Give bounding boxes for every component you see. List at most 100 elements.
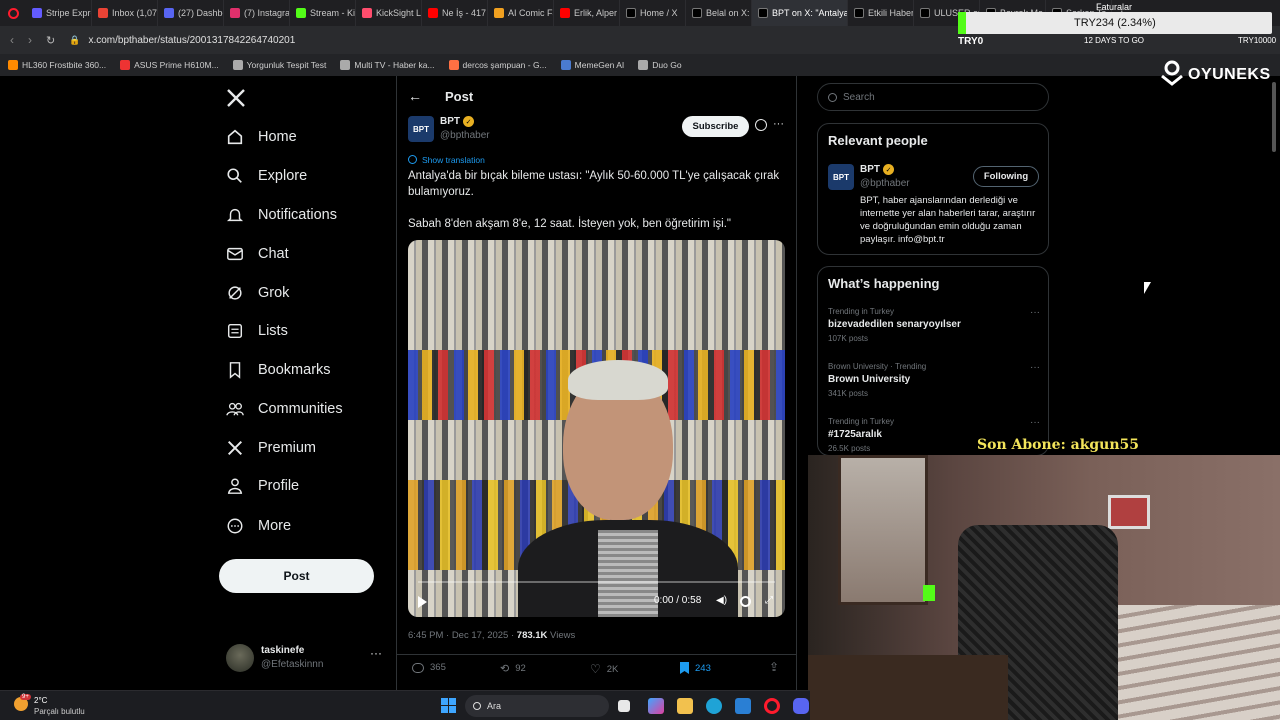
donation-ticker-text: TRY234 (2.34%) <box>1074 17 1156 29</box>
browser-tab[interactable]: Etkili Haber <box>848 0 914 26</box>
post-button[interactable]: Post <box>219 559 374 593</box>
grok-icon[interactable] <box>755 119 767 131</box>
show-translation-link[interactable]: Show translation <box>422 155 485 165</box>
forward-icon[interactable]: › <box>28 33 32 47</box>
file-explorer-icon[interactable] <box>677 698 693 714</box>
trend-item[interactable]: Trending in Turkey bizevadedilen senaryoy… <box>828 307 1040 343</box>
share-icon[interactable]: ⇪ <box>769 660 779 674</box>
trend-category: Brown University · Trending <box>828 362 927 371</box>
trend-more-icon[interactable]: ··· <box>1030 417 1040 428</box>
trend-more-icon[interactable]: ··· <box>1030 307 1040 318</box>
browser-tab[interactable]: Stream - Kic <box>290 0 356 26</box>
repost-button[interactable]: ⟲ 92 <box>500 662 526 675</box>
post-more-icon[interactable]: ··· <box>773 118 784 130</box>
settings-icon[interactable] <box>740 596 751 607</box>
author-handle[interactable]: @bpthaber <box>440 130 490 141</box>
browser-tab[interactable]: AI Comic Fa <box>488 0 554 26</box>
bookmark-item[interactable]: Yorgunluk Tespit Test <box>232 60 326 70</box>
tab-favicon-icon <box>920 8 930 18</box>
subscribe-button[interactable]: Subscribe <box>682 116 749 137</box>
reply-button[interactable]: 365 <box>412 662 446 673</box>
author-name-row[interactable]: BPT ✓ <box>440 116 474 127</box>
bell-icon <box>226 208 244 222</box>
opera-logo-icon[interactable] <box>0 7 26 19</box>
windows-taskbar: 9+ 2°C Parçalı bulutlu Ara <box>0 690 810 720</box>
reload-icon[interactable]: ↻ <box>46 34 55 47</box>
bookmark-item[interactable]: dercos şampuan - G... <box>448 60 547 70</box>
following-button[interactable]: Following <box>973 166 1039 187</box>
sidebar-item-chat[interactable]: Chat <box>226 242 289 266</box>
tab-favicon-icon <box>362 8 372 18</box>
person-avatar[interactable]: BPT <box>828 164 854 190</box>
trend-more-icon[interactable]: ··· <box>1030 362 1040 373</box>
sidebar-item-lists[interactable]: Lists <box>226 319 288 343</box>
sidebar-item-profile[interactable]: Profile <box>226 474 299 498</box>
task-view-icon[interactable] <box>618 700 630 712</box>
bookmark-item[interactable]: HL360 Frostbite 360... <box>8 60 106 70</box>
back-icon[interactable]: ‹ <box>10 33 14 47</box>
volume-icon[interactable]: ◀) <box>716 595 727 606</box>
edge-icon[interactable] <box>706 698 722 714</box>
url-field[interactable]: x.com/bpthaber/status/200131784226474020… <box>88 35 295 46</box>
post-video[interactable]: 0:00 / 0:58 ◀) ⤢ <box>408 240 785 617</box>
sidebar-item-communities[interactable]: Communities <box>226 397 343 421</box>
bookmark-item[interactable]: ASUS Prime H610M... <box>120 60 219 70</box>
person-icon <box>227 478 243 494</box>
trend-item[interactable]: Brown University · Trending Brown Univers… <box>828 362 1040 398</box>
video-progress-bar[interactable] <box>418 581 775 583</box>
browser-tab[interactable]: BPT on X: "Antalya'd <box>752 0 848 26</box>
weather-widget[interactable]: 9+ 2°C Parçalı bulutlu <box>10 694 100 720</box>
browser-tab[interactable]: Erlik, Alper ( <box>554 0 620 26</box>
bookmark-label: dercos şampuan - G... <box>462 60 547 70</box>
windows-start-icon[interactable] <box>441 698 456 713</box>
page-scrollbar[interactable] <box>1272 82 1276 152</box>
bookmarks-bar: HL360 Frostbite 360... ASUS Prime H610M..… <box>0 54 1280 76</box>
fullscreen-icon[interactable]: ⤢ <box>765 595 773 606</box>
author-name[interactable]: BPT <box>440 116 460 127</box>
browser-tab[interactable]: Inbox (1,078 <box>92 0 158 26</box>
sidebar-item-label: Profile <box>258 478 300 494</box>
person-name-row[interactable]: BPT ✓ <box>860 164 894 175</box>
browser-tab[interactable]: Belal on X: <box>686 0 752 26</box>
x-logo-icon[interactable] <box>226 88 246 108</box>
browser-tab[interactable]: Home / X <box>620 0 686 26</box>
bookmark-item[interactable]: Multi TV - Haber ka... <box>340 60 435 70</box>
bookmark-filled-icon <box>680 662 689 674</box>
account-switcher[interactable]: taskinefe @Efetaskinnn ··· <box>226 644 386 674</box>
sidebar-item-explore[interactable]: Explore <box>226 164 307 188</box>
store-icon[interactable] <box>735 698 751 714</box>
person-name[interactable]: BPT <box>860 164 880 175</box>
sidebar-item-more[interactable]: More <box>226 514 291 538</box>
opera-icon[interactable] <box>764 698 780 714</box>
sidebar-item-home[interactable]: Home <box>226 125 297 149</box>
bookmark-button[interactable]: 243 <box>680 662 711 674</box>
browser-tab[interactable]: (7) Instagran <box>224 0 290 26</box>
bookmark-item[interactable]: Duo Go <box>638 60 682 70</box>
browser-tab[interactable]: Stripe Expre <box>26 0 92 26</box>
back-arrow-icon[interactable]: ← <box>408 88 422 104</box>
browser-tab[interactable]: (27) Dashbo <box>158 0 224 26</box>
copilot-icon[interactable] <box>648 698 664 714</box>
tab-favicon-icon <box>32 8 42 18</box>
browser-tab[interactable]: Ne İş - 417 <box>422 0 488 26</box>
play-icon[interactable] <box>418 596 427 608</box>
video-time: 0:00 / 0:58 <box>654 595 702 606</box>
bookmark-item[interactable]: MemeGen AI <box>560 60 624 70</box>
sidebar-item-bookmarks[interactable]: Bookmarks <box>226 358 331 382</box>
author-avatar[interactable]: BPT <box>408 116 434 142</box>
tab-favicon-icon <box>494 8 504 18</box>
person-handle[interactable]: @bpthaber <box>860 178 910 189</box>
browser-tab[interactable]: KickSight Lir <box>356 0 422 26</box>
trend-name: bizevadedilen senaryoyılser <box>828 319 961 330</box>
search-icon <box>227 168 242 183</box>
search-input[interactable]: Search <box>817 83 1049 111</box>
like-button[interactable]: ♡ 2K <box>590 662 618 676</box>
discord-icon[interactable] <box>793 698 809 714</box>
tab-label: (27) Dashbo <box>178 8 224 18</box>
sidebar-item-grok[interactable]: Grok <box>226 281 289 305</box>
sidebar-item-premium[interactable]: Premium <box>226 436 316 460</box>
sidebar-item-notifications[interactable]: Notifications <box>226 203 337 227</box>
bookmark-icon <box>120 60 131 70</box>
taskbar-search[interactable]: Ara <box>465 695 609 717</box>
account-more-icon[interactable]: ··· <box>370 646 382 660</box>
